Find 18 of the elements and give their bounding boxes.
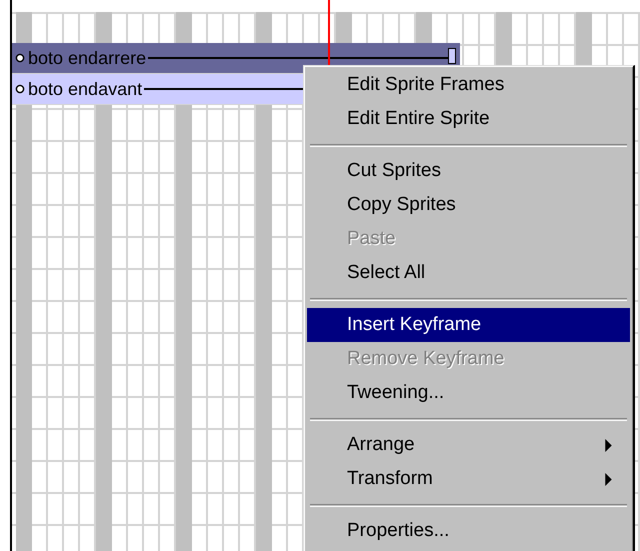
menu-item[interactable]: Cut Sprites [307,154,630,188]
menu-item[interactable]: Properties... [307,514,630,548]
sprite-label: boto endarrere [28,47,146,69]
playhead-line [328,0,330,65]
sprite-bar[interactable]: boto endarrere [12,43,460,74]
submenu-arrow-icon [605,472,612,486]
menu-item[interactable]: Select All [307,256,630,290]
menu-item[interactable]: Arrange [307,428,630,462]
sprite-label: boto endavant [28,78,142,100]
menu-item[interactable]: Tweening... [307,376,630,410]
menu-item[interactable]: Transform [307,462,630,496]
menu-item[interactable]: Insert Keyframe [307,308,630,342]
submenu-arrow-icon [605,438,612,452]
end-frame-marker[interactable] [448,48,456,64]
circle-icon [15,84,25,94]
circle-icon [15,53,25,63]
menu-item[interactable]: Copy Sprites [307,188,630,222]
menu-item[interactable]: Edit Entire Sprite [307,102,630,136]
